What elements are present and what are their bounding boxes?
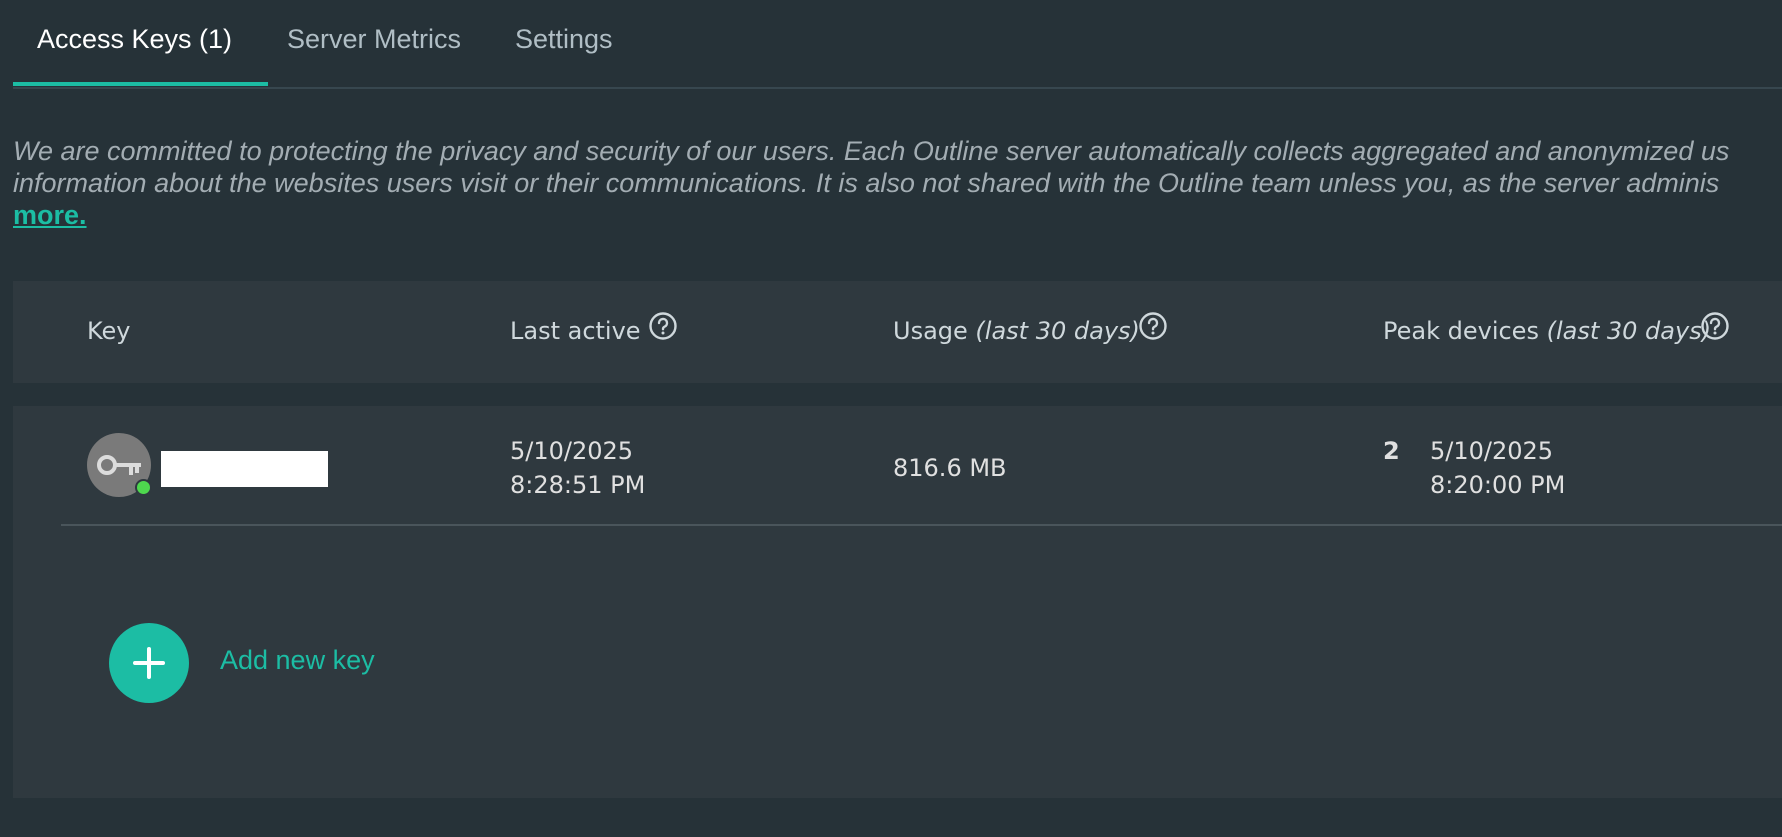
last-active-help-icon[interactable] [648, 311, 678, 341]
plus-icon [133, 647, 165, 679]
column-header-key: Key [87, 317, 131, 345]
learn-more-link[interactable]: more. [13, 200, 87, 230]
last-active-cell: 5/10/2025 8:28:51 PM [510, 434, 645, 502]
usage-label: Usage [893, 317, 968, 345]
peak-date: 5/10/2025 [1430, 437, 1554, 465]
key-name-field[interactable] [161, 451, 328, 487]
privacy-notice: We are committed to protecting the priva… [13, 135, 1782, 231]
row-divider [61, 524, 1782, 526]
add-key-button[interactable] [109, 623, 189, 703]
tab-settings[interactable]: Settings [515, 18, 613, 60]
tab-access-keys[interactable]: Access Keys (1) [37, 18, 232, 60]
access-keys-list: 5/10/2025 8:28:51 PM 816.6 MB 2 5/10/202… [13, 406, 1782, 798]
peak-time: 8:20:00 PM [1430, 471, 1566, 499]
online-status-icon [135, 479, 152, 496]
privacy-notice-line-2: information about the websites users vis… [13, 168, 1720, 198]
active-tab-indicator [13, 82, 268, 86]
usage-period-label: (last 30 days) [975, 317, 1140, 345]
peak-devices-time-cell: 5/10/2025 8:20:00 PM [1430, 434, 1565, 502]
privacy-notice-line-1: We are committed to protecting the priva… [13, 136, 1730, 166]
column-header-usage: Usage (last 30 days) [893, 317, 1140, 345]
peak-devices-label: Peak devices [1383, 317, 1539, 345]
peak-period-label: (last 30 days) [1546, 317, 1712, 345]
column-header-last-active: Last active [510, 317, 641, 345]
add-new-key-label[interactable]: Add new key [220, 645, 375, 676]
peak-devices-help-icon[interactable] [1700, 311, 1730, 341]
peak-devices-count: 2 [1383, 437, 1400, 465]
usage-cell: 816.6 MB [893, 454, 1007, 482]
tab-bar: Access Keys (1) Server Metrics Settings [13, 0, 1782, 89]
last-active-time: 8:28:51 PM [510, 471, 646, 499]
tab-server-metrics[interactable]: Server Metrics [287, 18, 461, 60]
table-header: Key Last active Usage (last 30 days) Pea… [13, 281, 1782, 383]
usage-help-icon[interactable] [1138, 311, 1168, 341]
last-active-date: 5/10/2025 [510, 437, 634, 465]
column-header-peak-devices: Peak devices (last 30 days) [1383, 317, 1711, 345]
